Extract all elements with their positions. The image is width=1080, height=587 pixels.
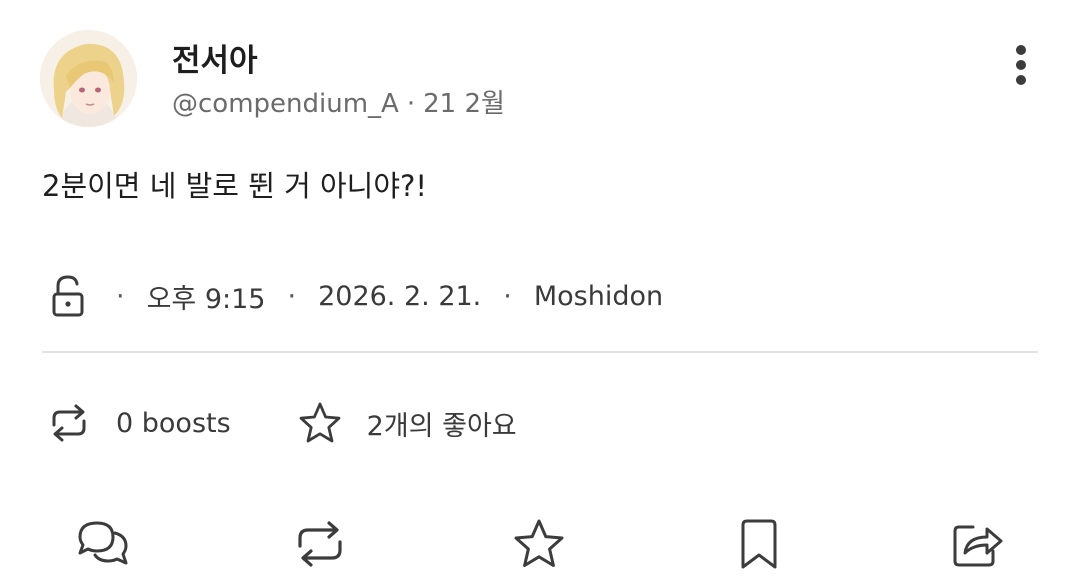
separator-dot: ·: [287, 280, 297, 312]
post-content: 2분이면 네 발로 뛴 거 아니야?!: [42, 169, 428, 203]
favorite-icon: [514, 519, 564, 567]
separator-dot: ·: [503, 280, 512, 312]
divider: [42, 351, 1038, 353]
post-client[interactable]: Moshidon: [534, 281, 663, 312]
author-handle-line: @compendium_A · 21 2월: [172, 86, 505, 122]
favorites-stat-icon-wrap: [295, 398, 345, 448]
reply-button[interactable]: [71, 512, 135, 576]
author-display-name[interactable]: 전서아: [172, 42, 258, 80]
post-relative-date: 21 2월: [423, 89, 505, 119]
star-icon: [299, 402, 341, 443]
separator-dot: ·: [406, 89, 416, 119]
post-stats: 0 boosts 2개의 좋아요: [44, 398, 517, 448]
favorites-count[interactable]: 2개의 좋아요: [367, 404, 517, 443]
unlock-icon: [52, 275, 84, 317]
avatar-image: [40, 30, 137, 127]
avatar[interactable]: [40, 30, 137, 127]
bookmark-icon: [741, 519, 777, 569]
share-button[interactable]: [945, 512, 1009, 576]
separator-dot: ·: [116, 280, 125, 312]
boost-icon: [298, 521, 342, 567]
post-date: 2026. 2. 21.: [318, 280, 482, 312]
author-handle[interactable]: @compendium_A: [172, 89, 399, 119]
boosts-stat-icon-wrap: [44, 398, 94, 448]
favorite-button[interactable]: [507, 512, 571, 576]
share-icon: [953, 525, 1003, 567]
reply-icon: [78, 521, 128, 565]
boosts-count[interactable]: 0 boosts: [116, 408, 231, 439]
visibility-indicator[interactable]: [46, 272, 90, 320]
post-meta: · 오후 9:15 · 2026. 2. 21. · Moshidon: [46, 272, 663, 320]
more-vertical-icon: [1016, 45, 1026, 85]
bookmark-button[interactable]: [727, 512, 791, 576]
boost-button[interactable]: [288, 512, 352, 576]
post-actions: [0, 512, 1080, 576]
more-options-button[interactable]: [1004, 40, 1038, 90]
post-time: 오후 9:15: [146, 283, 266, 315]
boost-icon: [52, 404, 86, 442]
